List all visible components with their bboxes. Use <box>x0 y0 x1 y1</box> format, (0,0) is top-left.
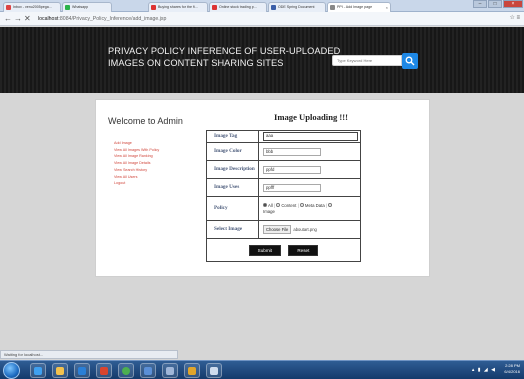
policy-all-label: All <box>268 202 273 208</box>
media-player-icon[interactable] <box>74 363 90 378</box>
tab-ode-spring[interactable]: ODE Spring Document <box>268 2 326 12</box>
image-tag-label: Image Tag <box>206 130 259 143</box>
menu-image-details[interactable]: View All Image Details <box>114 160 159 167</box>
start-button[interactable] <box>3 362 20 379</box>
address-path: :8084/Privacy_Policy_Inference/add_image… <box>58 16 167 22</box>
folder-icon[interactable] <box>52 363 68 378</box>
policy-metadata-radio[interactable] <box>299 203 304 208</box>
image-upload-form: Image Tag aaa Image Color bbb Image Desc… <box>206 130 361 262</box>
menu-image-ranking[interactable]: View All Image Ranking <box>114 153 159 160</box>
window-controls: – □ × <box>472 0 523 9</box>
clock-date: 6/4/2016 <box>504 369 520 374</box>
app-icon[interactable] <box>96 363 112 378</box>
row-select-image: Select Image Choose File aboutart.png <box>206 220 361 239</box>
tab-label: PPI - Add Image page <box>337 5 373 9</box>
row-image-description: Image Description ppfd <box>206 160 361 179</box>
menu-search-history[interactable]: View Search History <box>114 167 159 174</box>
image-uses-input[interactable]: ppfff <box>263 183 321 192</box>
policy-all-radio[interactable] <box>263 203 267 208</box>
system-tray-icons[interactable]: ▴ ▮ ◢ ◀ <box>472 367 496 373</box>
policy-label: Policy <box>206 196 259 221</box>
policy-image-radio[interactable] <box>328 203 333 208</box>
search-box <box>332 53 418 69</box>
gmail-icon <box>6 5 11 10</box>
image-color-input[interactable]: bbb <box>263 147 321 156</box>
tab-whatsapp[interactable]: Whatsapp <box>62 2 112 12</box>
tab-gmail-inbox[interactable]: Inbox - venu2005pega... <box>3 2 61 12</box>
tab-label: Online stock trading p... <box>219 5 257 9</box>
row-actions: Submit Reset <box>206 238 361 262</box>
row-image-uses: Image Uses ppfff <box>206 178 361 197</box>
form-title: Image Uploading !!! <box>274 112 349 122</box>
windows-taskbar: ▴ ▮ ◢ ◀ 2:28 PM 6/4/2016 <box>0 360 524 379</box>
content-panel: Welcome to Admin Add Image View All Imag… <box>95 99 430 277</box>
menu-images-with-policy[interactable]: View All Images With Policy <box>114 147 159 154</box>
browser-status-bar: Waiting for localhost... <box>0 350 178 359</box>
row-image-color: Image Color bbb <box>206 142 361 161</box>
policy-content-label: Content <box>281 202 297 208</box>
image-tag-input[interactable]: aaa <box>263 132 358 141</box>
choose-file-button[interactable]: Choose File <box>263 225 292 234</box>
search-button[interactable] <box>402 53 418 69</box>
chrome-icon[interactable] <box>118 363 134 378</box>
reset-button[interactable]: Reset <box>288 244 319 256</box>
app-icon[interactable] <box>162 363 178 378</box>
search-input[interactable] <box>332 55 402 66</box>
image-description-label: Image Description <box>206 160 259 179</box>
taskbar-clock[interactable]: 2:28 PM 6/4/2016 <box>504 363 520 375</box>
page-viewport: PRIVACY POLICY INFERENCE OF USER-UPLOADE… <box>0 27 524 360</box>
menu-all-users[interactable]: View All Users <box>114 174 159 181</box>
policy-radio-group: All | Content | Meta Data | Image <box>263 203 360 215</box>
page-icon <box>151 5 156 10</box>
search-icon <box>405 56 415 66</box>
tab-online-stock[interactable]: Online stock trading p... <box>209 2 267 12</box>
tab-add-image-page[interactable]: PPI - Add Image page × <box>327 2 391 12</box>
stop-icon[interactable]: ✕ <box>24 14 31 23</box>
app-icon[interactable] <box>206 363 222 378</box>
tab-label: Whatsapp <box>72 5 89 9</box>
address-host: localhost <box>38 16 59 22</box>
back-arrow-icon[interactable]: ← <box>4 14 12 23</box>
image-description-input[interactable]: ppfd <box>263 165 321 174</box>
row-image-tag: Image Tag aaa <box>206 130 361 143</box>
address-bar[interactable]: localhost:8084/Privacy_Policy_Inference/… <box>38 14 488 24</box>
tab-label: Buying shares for the fi... <box>158 5 198 9</box>
maximize-button[interactable]: □ <box>488 0 502 8</box>
close-tab-icon[interactable]: × <box>386 3 388 12</box>
page-icon <box>271 5 276 10</box>
forward-arrow-icon[interactable]: → <box>14 14 22 23</box>
image-color-label: Image Color <box>206 142 259 161</box>
selected-file-name: aboutart.png <box>293 227 317 232</box>
policy-image-label: Image <box>263 208 275 214</box>
menu-add-image[interactable]: Add Image <box>114 140 159 147</box>
browser-tab-bar: Inbox - venu2005pega... Whatsapp Buying … <box>0 0 524 12</box>
menu-logout[interactable]: Logout <box>114 180 159 187</box>
site-title: PRIVACY POLICY INFERENCE OF USER-UPLOADE… <box>108 46 341 68</box>
select-image-label: Select Image <box>206 220 259 239</box>
tab-label: ODE Spring Document <box>278 5 315 9</box>
site-header: PRIVACY POLICY INFERENCE OF USER-UPLOADE… <box>0 27 524 93</box>
whatsapp-icon <box>65 5 70 10</box>
close-window-button[interactable]: × <box>503 0 523 8</box>
row-policy: Policy All | Content | Meta Data | Image <box>206 196 361 221</box>
minimize-button[interactable]: – <box>473 0 487 8</box>
bookmark-star-icon[interactable]: ☆ ≡ <box>509 14 520 21</box>
image-uses-label: Image Uses <box>206 178 259 197</box>
page-icon <box>212 5 217 10</box>
tab-buying-shares[interactable]: Buying shares for the fi... <box>148 2 208 12</box>
welcome-heading: Welcome to Admin <box>108 116 183 126</box>
app-icon[interactable] <box>184 363 200 378</box>
policy-metadata-label: Meta Data <box>304 202 325 208</box>
admin-menu: Add Image View All Images With Policy Vi… <box>114 140 159 187</box>
browser-nav-bar: ← → ✕ localhost:8084/Privacy_Policy_Infe… <box>0 12 524 26</box>
app-icon[interactable] <box>140 363 156 378</box>
ie-icon[interactable] <box>30 363 46 378</box>
page-icon <box>330 5 335 10</box>
policy-content-radio[interactable] <box>276 203 281 208</box>
submit-button[interactable]: Submit <box>248 244 281 256</box>
tab-label: Inbox - venu2005pega... <box>13 5 52 9</box>
